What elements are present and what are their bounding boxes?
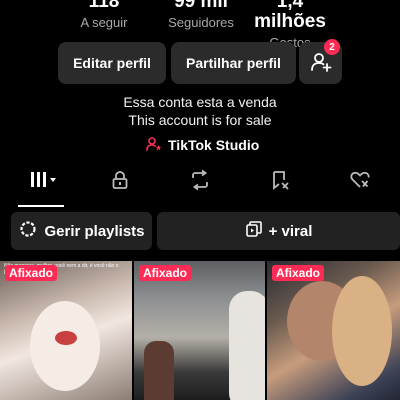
followers-label: Seguidores: [168, 15, 234, 30]
viral-playlist-label: + viral: [268, 222, 313, 240]
heart-icon: [349, 169, 371, 196]
bookmark-icon: [269, 169, 291, 196]
notification-badge: 2: [324, 39, 340, 55]
viral-playlist-button[interactable]: + viral: [157, 212, 400, 250]
video-grid: Não menores, melhor, você nem a dir, é v…: [0, 261, 400, 400]
likes-count: 1,4 milhões: [254, 0, 326, 32]
studio-label: TikTok Studio: [168, 137, 260, 153]
share-profile-button[interactable]: Partilhar perfil: [171, 42, 296, 84]
bio-line-1: Essa conta esta a venda: [123, 94, 277, 110]
tab-liked[interactable]: [348, 170, 372, 194]
manage-playlists-label: Gerir playlists: [44, 222, 145, 240]
tab-reposts[interactable]: [188, 169, 212, 196]
repost-icon: [189, 169, 211, 196]
video-thumbnail[interactable]: Não menores, melhor, você nem a dir, é v…: [0, 261, 132, 400]
studio-icon: [146, 136, 162, 155]
bio-line-2: This account is for sale: [128, 112, 272, 128]
manage-playlists-button[interactable]: Gerir playlists: [11, 212, 152, 250]
thumbnail-figure: [332, 276, 392, 386]
pinned-badge: Afixado: [5, 265, 58, 281]
active-tab-indicator: [18, 205, 64, 207]
playlist-icon: [245, 220, 263, 242]
tab-videos[interactable]: [27, 170, 61, 194]
followers-count: 99 mil: [174, 0, 228, 12]
profile-tabs: [0, 169, 400, 196]
following-count: 118: [88, 0, 120, 12]
tiktok-studio-link[interactable]: TikTok Studio: [146, 135, 259, 155]
settings-icon: [18, 219, 38, 243]
following-label: A seguir: [80, 15, 128, 30]
profile-stats: 118 A seguir 99 mil Seguidores 1,4 milhõ…: [0, 0, 400, 50]
pinned-badge: Afixado: [139, 265, 192, 281]
edit-profile-button[interactable]: Editar perfil: [58, 42, 166, 84]
thumbnail-figure: [144, 341, 174, 400]
tab-saved[interactable]: [268, 170, 292, 194]
video-thumbnail[interactable]: Afixado: [267, 261, 400, 400]
tab-private[interactable]: [108, 170, 132, 194]
video-thumbnail[interactable]: Afixado: [134, 261, 265, 400]
thumbnail-detail: [55, 331, 77, 345]
add-friends-button[interactable]: 2: [299, 39, 342, 84]
thumbnail-figure: [229, 291, 265, 400]
followers-stat[interactable]: 99 mil Seguidores: [158, 0, 244, 31]
lock-icon: [109, 169, 131, 196]
grid-icon: [29, 170, 59, 195]
thumbnail-figure: [30, 301, 100, 391]
pinned-badge: Afixado: [272, 265, 325, 281]
following-stat[interactable]: 118 A seguir: [72, 0, 136, 31]
